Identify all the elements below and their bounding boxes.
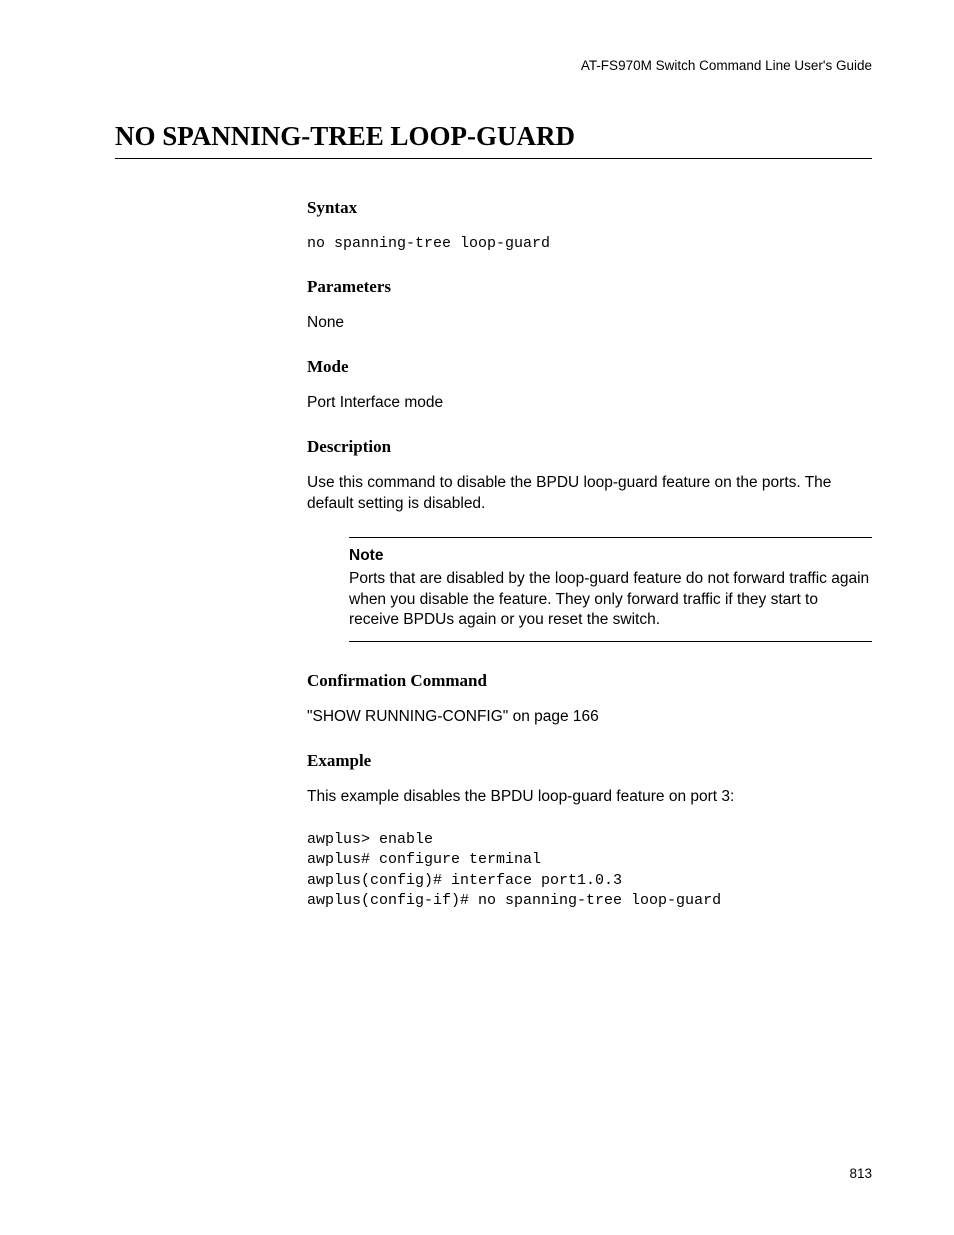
example-code: awplus> enable awplus# configure termina… — [307, 830, 872, 911]
parameters-text: None — [307, 313, 872, 334]
note-text: Ports that are disabled by the loop-guar… — [349, 569, 872, 632]
page-number: 813 — [849, 1166, 872, 1181]
header-guide-title: AT-FS970M Switch Command Line User's Gui… — [115, 58, 872, 73]
description-heading: Description — [307, 436, 872, 459]
confirmation-text: "SHOW RUNNING-CONFIG" on page 166 — [307, 707, 872, 728]
confirmation-heading: Confirmation Command — [307, 670, 872, 693]
syntax-heading: Syntax — [307, 197, 872, 220]
syntax-code: no spanning-tree loop-guard — [307, 234, 872, 254]
example-heading: Example — [307, 750, 872, 773]
mode-text: Port Interface mode — [307, 393, 872, 414]
mode-heading: Mode — [307, 356, 872, 379]
note-block: Note Ports that are disabled by the loop… — [349, 537, 872, 643]
description-text: Use this command to disable the BPDU loo… — [307, 473, 872, 515]
page-title: NO SPANNING-TREE LOOP-GUARD — [115, 121, 872, 159]
content-body: Syntax no spanning-tree loop-guard Param… — [307, 197, 872, 911]
example-text: This example disables the BPDU loop-guar… — [307, 787, 872, 808]
parameters-heading: Parameters — [307, 276, 872, 299]
note-label: Note — [349, 546, 872, 567]
